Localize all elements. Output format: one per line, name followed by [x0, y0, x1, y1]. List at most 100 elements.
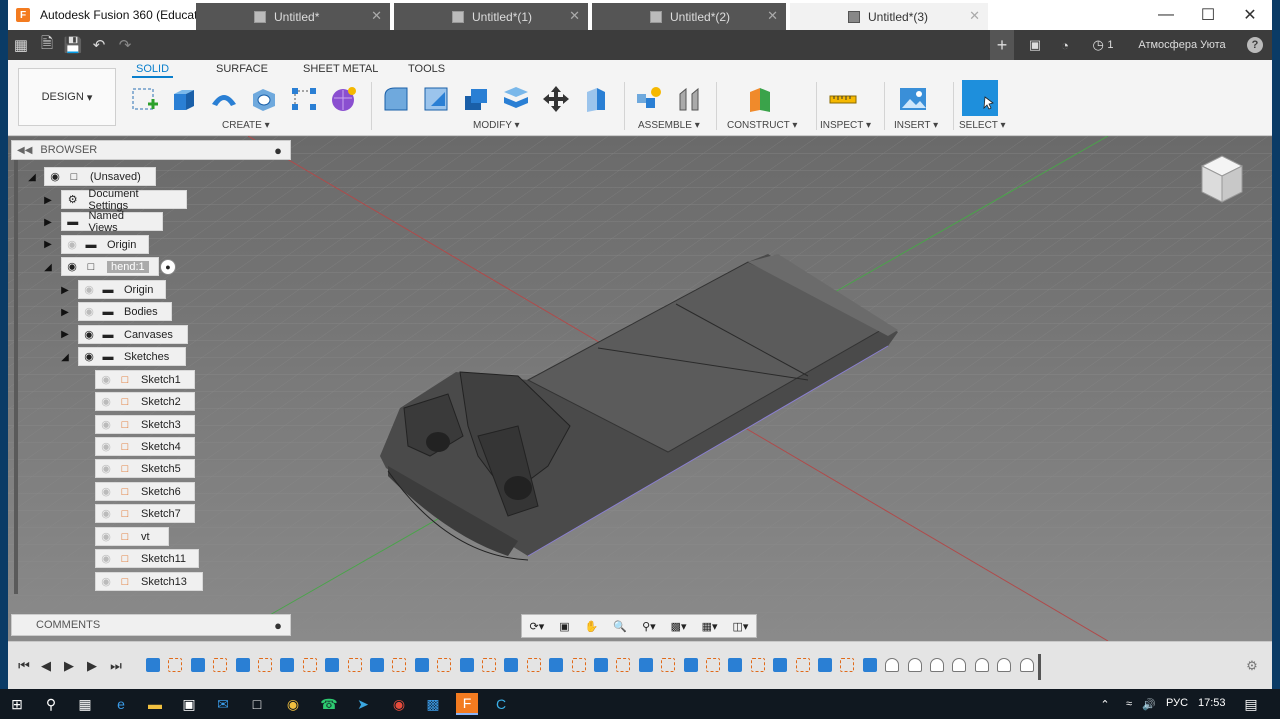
viewcube-icon[interactable]: [1200, 155, 1244, 203]
timeline-feature-icon[interactable]: [504, 658, 519, 672]
timeline-feature-icon[interactable]: [347, 658, 362, 672]
sketch-item[interactable]: ◉ □ Sketch11: [95, 549, 199, 568]
comments-panel[interactable]: COMMENTS ●: [11, 614, 291, 636]
chrome-profile-icon[interactable]: ◉: [388, 693, 410, 715]
cortana-app-icon[interactable]: C: [490, 693, 512, 715]
timeline-feature-icon[interactable]: [168, 658, 183, 672]
select-group[interactable]: SELECT ▾: [959, 120, 1006, 131]
whatsapp-icon[interactable]: ☎: [318, 693, 340, 715]
timeline-feature-icon[interactable]: [1019, 658, 1034, 672]
display-settings-icon[interactable]: ▩▾: [671, 620, 687, 633]
close-tab-icon[interactable]: ✕: [371, 8, 382, 24]
app-grid-icon[interactable]: ▦: [8, 30, 34, 60]
chrome-icon[interactable]: ◉: [282, 693, 304, 715]
expand-arrow-icon[interactable]: ▶: [60, 284, 70, 296]
new-component-icon[interactable]: [634, 82, 664, 116]
eye-hidden-icon[interactable]: ◉: [98, 551, 114, 567]
move-icon[interactable]: [541, 82, 571, 116]
collapse-browser-icon[interactable]: ◀◀: [17, 145, 32, 156]
document-icon[interactable]: □: [246, 693, 268, 715]
timeline-feature-icon[interactable]: [661, 658, 676, 672]
minimize-button[interactable]: —: [1144, 0, 1188, 30]
timeline-feature-icon[interactable]: [370, 658, 384, 672]
action-center-icon[interactable]: ▤: [1240, 693, 1262, 715]
eye-hidden-icon[interactable]: ◉: [98, 439, 114, 455]
revolve-icon[interactable]: [209, 82, 239, 116]
browser-node-component[interactable]: ◉ □ hend:1: [61, 257, 159, 276]
eye-hidden-icon[interactable]: ◉: [98, 394, 114, 410]
timeline-feature-icon[interactable]: [862, 658, 877, 672]
pan-icon[interactable]: ✋: [585, 620, 599, 633]
help-icon[interactable]: ?: [1244, 30, 1266, 60]
play-icon[interactable]: ▶: [61, 658, 77, 674]
fit-icon[interactable]: ⚲▾: [642, 620, 656, 633]
clock[interactable]: 17:53: [1198, 697, 1226, 709]
timeline-feature-icon[interactable]: [594, 658, 608, 672]
create-group[interactable]: CREATE ▾: [222, 120, 270, 131]
redo-icon[interactable]: ↷: [112, 30, 138, 60]
tab-sheet-metal[interactable]: SHEET METAL: [303, 63, 378, 75]
construct-group[interactable]: CONSTRUCT ▾: [727, 120, 797, 131]
file-explorer-icon[interactable]: ▬: [144, 693, 166, 715]
volume-icon[interactable]: 🔊: [1138, 693, 1160, 715]
timeline-feature-icon[interactable]: [638, 658, 653, 672]
close-tab-icon[interactable]: ✕: [767, 8, 778, 24]
save-icon[interactable]: 💾: [60, 30, 86, 60]
app-icon[interactable]: ▩: [422, 693, 444, 715]
insert-group[interactable]: INSERT ▾: [894, 120, 938, 131]
timeline-feature-icon[interactable]: [302, 658, 317, 672]
timeline-feature-icon[interactable]: [571, 658, 586, 672]
viewports-icon[interactable]: ◫▾: [732, 620, 748, 633]
document-tab[interactable]: Untitled*(1) ✕: [394, 3, 588, 30]
expand-arrow-icon[interactable]: ▶: [43, 216, 53, 228]
eye-hidden-icon[interactable]: ◉: [98, 417, 114, 433]
grid-settings-icon[interactable]: ▦▾: [702, 620, 718, 633]
zoom-icon[interactable]: 🔍: [613, 620, 627, 633]
timeline-feature-icon[interactable]: [795, 658, 810, 672]
timeline-feature-icon[interactable]: [930, 658, 944, 672]
tray-overflow-icon[interactable]: ⌃: [1094, 693, 1116, 715]
timeline-feature-icon[interactable]: [683, 658, 698, 672]
rectangular-pattern-icon[interactable]: [289, 82, 319, 116]
language-indicator[interactable]: РУС: [1166, 697, 1188, 709]
timeline-feature-icon[interactable]: [213, 658, 228, 672]
shell-icon[interactable]: [461, 82, 491, 116]
timeline-feature-icon[interactable]: [616, 658, 631, 672]
insert-image-icon[interactable]: [898, 82, 928, 116]
browser-node-origin[interactable]: ◉ ▬ Origin: [61, 235, 149, 254]
document-tab-active[interactable]: Untitled*(3) ✕: [790, 3, 988, 30]
eye-hidden-icon[interactable]: ◉: [98, 484, 114, 500]
maximize-button[interactable]: ☐: [1186, 0, 1230, 30]
create-sketch-icon[interactable]: [130, 82, 160, 116]
timeline-feature-icon[interactable]: [907, 658, 922, 672]
select-icon[interactable]: [962, 80, 998, 116]
timeline-feature-icon[interactable]: [459, 658, 474, 672]
expand-arrow-icon[interactable]: ◢: [27, 171, 37, 183]
document-tab[interactable]: Untitled*(2) ✕: [592, 3, 786, 30]
step-back-icon[interactable]: ◀: [38, 658, 54, 674]
file-menu-icon[interactable]: 🗎: [34, 30, 60, 60]
eye-hidden-icon[interactable]: ◉: [98, 372, 114, 388]
comments-options-icon[interactable]: ●: [274, 618, 282, 633]
job-status[interactable]: ◷ 1: [1086, 30, 1120, 60]
notifications-icon[interactable]: ▣: [1024, 30, 1046, 60]
browser-node-bodies[interactable]: ◉ ▬ Bodies: [78, 302, 172, 321]
timeline-feature-icon[interactable]: [840, 658, 855, 672]
timeline-feature-icon[interactable]: [258, 658, 272, 672]
timeline-feature-icon[interactable]: [482, 658, 496, 672]
joint-icon[interactable]: [674, 82, 704, 116]
timeline-feature-icon[interactable]: [728, 658, 743, 672]
online-status-icon[interactable]: ◔: [1054, 30, 1076, 60]
mail-icon[interactable]: ✉: [212, 693, 234, 715]
eye-icon[interactable]: ◉: [47, 169, 63, 185]
store-icon[interactable]: ▣: [178, 693, 200, 715]
fillet-icon[interactable]: [421, 82, 451, 116]
workspace-switcher[interactable]: DESIGN ▾: [18, 68, 116, 126]
timeline-feature-icon[interactable]: [325, 658, 340, 672]
tab-tools[interactable]: TOOLS: [408, 63, 445, 75]
sketch-item[interactable]: ◉ □ Sketch7: [95, 504, 195, 523]
eye-icon[interactable]: ◉: [81, 327, 97, 343]
timeline-feature-icon[interactable]: [526, 658, 541, 672]
timeline-feature-icon[interactable]: [437, 658, 452, 672]
hole-icon[interactable]: [249, 82, 279, 116]
